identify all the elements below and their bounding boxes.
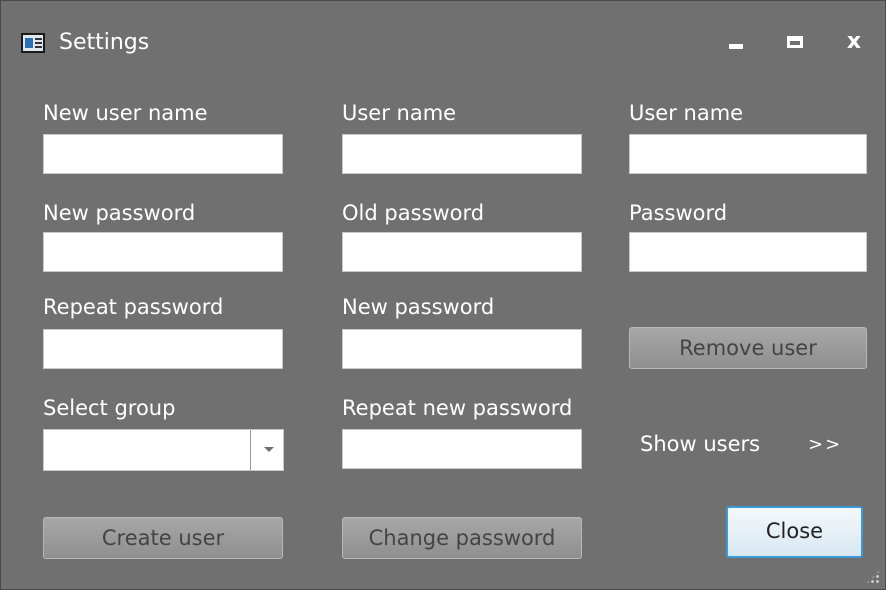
new-password-label: New password: [43, 201, 196, 225]
new-user-name-label: New user name: [43, 101, 208, 125]
close-icon[interactable]: x: [839, 27, 869, 57]
repeat-new-password-label: Repeat new password: [342, 396, 573, 420]
close-button[interactable]: Close: [726, 506, 863, 558]
repeat-password-input[interactable]: [43, 329, 283, 369]
old-password-label: Old password: [342, 201, 485, 225]
title-bar[interactable]: Settings x: [1, 1, 885, 77]
window-app-icon: [21, 33, 45, 53]
repeat-password-label: Repeat password: [43, 295, 224, 319]
create-user-button[interactable]: Create user: [43, 517, 283, 559]
new-user-name-input[interactable]: [43, 134, 283, 174]
settings-window: Settings x New user name New password Re…: [0, 0, 886, 590]
resize-grip-icon[interactable]: [865, 569, 881, 585]
chevron-down-icon[interactable]: [264, 447, 274, 452]
change-user-name-label: User name: [342, 101, 457, 125]
show-users-label[interactable]: Show users: [640, 432, 760, 456]
change-user-name-input[interactable]: [342, 134, 582, 174]
old-password-input[interactable]: [342, 232, 582, 272]
remove-user-name-label: User name: [629, 101, 744, 125]
remove-user-button[interactable]: Remove user: [629, 327, 867, 369]
select-group-label: Select group: [43, 396, 176, 420]
new-password-input[interactable]: [43, 232, 283, 272]
remove-password-input[interactable]: [629, 232, 867, 272]
repeat-new-password-input[interactable]: [342, 429, 582, 469]
show-users-toggle[interactable]: >>: [808, 434, 842, 455]
maximize-icon[interactable]: [780, 27, 810, 57]
change-new-password-label: New password: [342, 295, 495, 319]
dropdown-separator: [250, 430, 251, 470]
select-group-dropdown[interactable]: [43, 429, 284, 471]
window-title: Settings: [59, 30, 150, 55]
minimize-icon[interactable]: [721, 27, 751, 57]
change-password-button[interactable]: Change password: [342, 517, 582, 559]
remove-password-label: Password: [629, 201, 728, 225]
remove-user-name-input[interactable]: [629, 134, 867, 174]
change-new-password-input[interactable]: [342, 329, 582, 369]
